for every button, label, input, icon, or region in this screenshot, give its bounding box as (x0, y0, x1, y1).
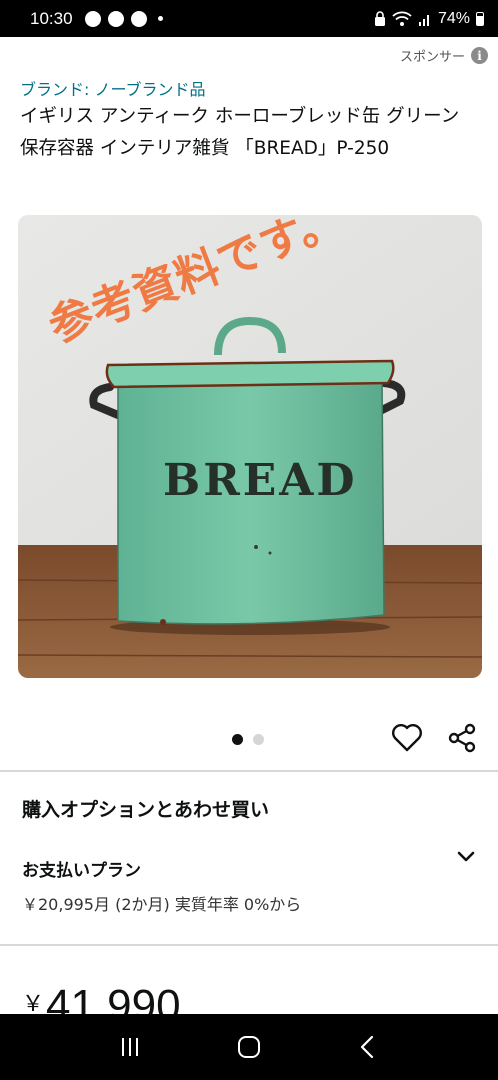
divider (0, 770, 498, 772)
product-image[interactable]: BREAD 参考資料です。 (18, 215, 482, 678)
product-title: イギリス アンティーク ホーローブレッド缶 グリーン 保存容器 インテリア雑貨 … (20, 106, 460, 159)
payment-plan-detail: ￥20,995月 (2か月) 実質年率 0%から (22, 895, 302, 914)
chevron-down-icon (457, 851, 475, 862)
system-nav-bar (0, 1014, 498, 1080)
recents-button[interactable] (115, 1032, 145, 1062)
signal-icon (418, 14, 429, 26)
share-icon (448, 723, 476, 753)
carousel-dot-active[interactable] (232, 734, 243, 745)
heart-icon (392, 724, 422, 752)
recents-icon (121, 1038, 138, 1056)
lock-icon (374, 10, 385, 26)
more-notifications-icon (157, 16, 163, 21)
home-icon (237, 1036, 260, 1058)
payment-plan-expand-button[interactable] (452, 842, 480, 870)
carousel-dot[interactable] (253, 734, 264, 745)
app-notification-icon (107, 10, 124, 27)
sponsor-text: スポンサー (399, 50, 465, 65)
share-button[interactable] (446, 722, 478, 754)
hand-notification-icon (130, 10, 147, 27)
purchase-options-heading: 購入オプションとあわせ買い (22, 799, 270, 821)
status-bar: 10:30 74% (0, 0, 498, 37)
tin-label-text: BREAD (163, 455, 358, 506)
sponsored-label: スポンサー i (400, 46, 488, 65)
wifi-icon (392, 11, 412, 26)
info-icon[interactable]: i (471, 47, 488, 64)
home-button[interactable] (234, 1032, 264, 1062)
brand-link[interactable]: ブランド: ノーブランド品 (20, 76, 206, 100)
divider (0, 944, 498, 946)
battery-percentage: 74% (437, 9, 470, 27)
back-icon (361, 1035, 374, 1059)
back-button[interactable] (353, 1032, 383, 1062)
status-time: 10:30 (30, 8, 73, 28)
carousel-indicator (232, 734, 264, 745)
chrome-notification-icon (84, 10, 101, 27)
payment-plan-heading[interactable]: お支払いプラン (22, 856, 141, 881)
wishlist-button[interactable] (390, 721, 424, 755)
battery-icon (476, 11, 484, 26)
